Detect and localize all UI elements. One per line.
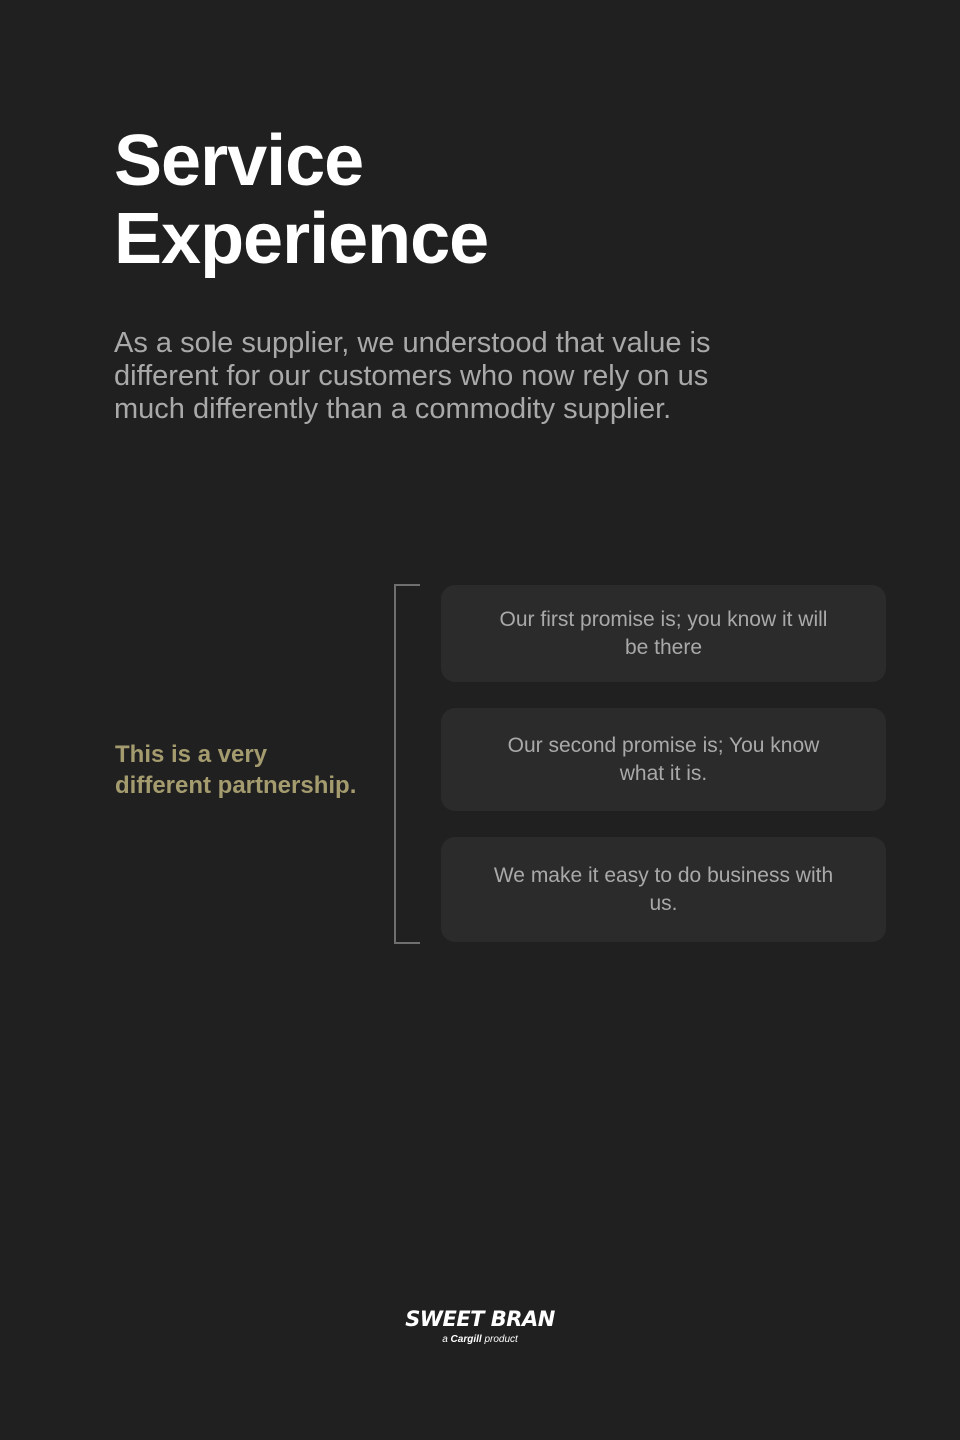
promise-card-second: Our second promise is; You know what it … bbox=[441, 708, 886, 811]
logo-wordmark: SWEET BRAN bbox=[405, 1307, 555, 1331]
promise-card-third: We make it easy to do business with us. bbox=[441, 837, 886, 942]
sweet-bran-logo: SWEET BRAN a Cargill product bbox=[380, 1305, 580, 1347]
partnership-tagline: This is a very different partnership. bbox=[115, 739, 356, 801]
intro-paragraph: As a sole supplier, we understood that v… bbox=[114, 327, 794, 426]
intro-line-3: much differently than a commodity suppli… bbox=[114, 393, 672, 425]
tagline-line-1: This is a very bbox=[115, 741, 268, 768]
promise-text-second: Our second promise is; You know what it … bbox=[507, 733, 820, 785]
logo-tagline-brand: Cargill bbox=[450, 1334, 482, 1345]
promises-bracket bbox=[394, 584, 420, 944]
promise-card-first: Our first promise is; you know it will b… bbox=[441, 585, 886, 682]
logo-tagline: a Cargill product bbox=[380, 1333, 580, 1347]
page-title-line-2: Experience bbox=[114, 199, 489, 279]
promise-text-third: We make it easy to do business with us. bbox=[493, 863, 834, 915]
tagline-line-2: different partnership. bbox=[115, 772, 357, 799]
logo-tagline-suffix: product bbox=[484, 1334, 518, 1345]
intro-line-2: different for our customers who now rely… bbox=[114, 360, 709, 392]
promise-text-first: Our first promise is; you know it will b… bbox=[499, 607, 828, 659]
page-title-line-1: Service bbox=[114, 121, 364, 201]
intro-line-1: As a sole supplier, we understood that v… bbox=[114, 327, 711, 359]
page-title: Service Experience bbox=[114, 121, 489, 279]
logo-tagline-prefix: a bbox=[442, 1334, 448, 1345]
